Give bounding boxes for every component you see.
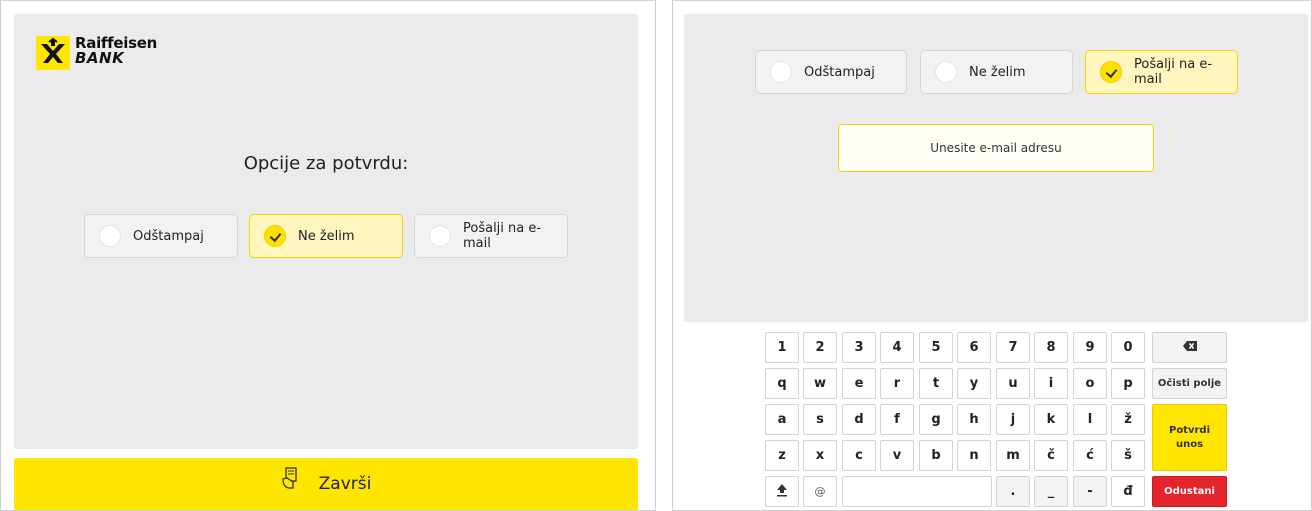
key-g[interactable]: g xyxy=(919,404,953,435)
key-underscore[interactable]: _ xyxy=(1034,476,1068,507)
key-x[interactable]: x xyxy=(803,440,837,471)
finish-button[interactable]: Završi xyxy=(14,458,638,510)
key-dj[interactable]: đ xyxy=(1111,476,1145,507)
option-decline[interactable]: Ne želim xyxy=(249,214,403,258)
key-2[interactable]: 2 xyxy=(803,332,837,363)
key-ch[interactable]: č xyxy=(1034,440,1068,471)
key-f[interactable]: f xyxy=(880,404,914,435)
key-9[interactable]: 9 xyxy=(1073,332,1107,363)
key-i[interactable]: i xyxy=(1034,368,1068,399)
key-q[interactable]: q xyxy=(765,368,799,399)
option-label: Ne želim xyxy=(298,228,355,244)
email-input[interactable] xyxy=(838,124,1154,172)
radio-circle-icon xyxy=(99,225,121,247)
clear-field-button[interactable]: Očisti polje xyxy=(1152,368,1227,399)
radio-circle-icon xyxy=(770,61,792,83)
key-n[interactable]: n xyxy=(957,440,991,471)
key-1[interactable]: 1 xyxy=(765,332,799,363)
key-zh[interactable]: ž xyxy=(1111,404,1145,435)
option-email[interactable]: Pošalji na e-mail xyxy=(414,214,568,258)
key-b[interactable]: b xyxy=(919,440,953,471)
key-j[interactable]: j xyxy=(996,404,1030,435)
backspace-button[interactable] xyxy=(1152,332,1227,363)
key-z[interactable]: z xyxy=(765,440,799,471)
key-cj[interactable]: ć xyxy=(1073,440,1107,471)
finish-label: Završi xyxy=(318,474,372,494)
brand-sub: BANK xyxy=(75,49,125,67)
key-r[interactable]: r xyxy=(880,368,914,399)
key-s[interactable]: s xyxy=(803,404,837,435)
backspace-icon xyxy=(1182,340,1198,355)
key-l[interactable]: l xyxy=(1073,404,1107,435)
key-dot[interactable]: . xyxy=(996,476,1030,507)
option-decline[interactable]: Ne želim xyxy=(920,50,1073,94)
key-6[interactable]: 6 xyxy=(957,332,991,363)
key-e[interactable]: e xyxy=(842,368,876,399)
option-email[interactable]: Pošalji na e-mail xyxy=(1085,50,1238,94)
key-k[interactable]: k xyxy=(1034,404,1068,435)
confirmation-options-heading: Opcije za potvrdu: xyxy=(243,153,409,174)
hand-receipt-icon xyxy=(281,466,299,494)
key-d[interactable]: d xyxy=(842,404,876,435)
option-label: Pošalji na e-mail xyxy=(463,221,542,251)
checkmark-icon xyxy=(1100,61,1122,83)
shift-up-arrow-icon xyxy=(776,483,788,501)
option-print[interactable]: Odštampaj xyxy=(755,50,907,94)
key-7[interactable]: 7 xyxy=(996,332,1030,363)
key-u[interactable]: u xyxy=(996,368,1030,399)
raiffeisen-logo-icon xyxy=(36,36,70,70)
key-h[interactable]: h xyxy=(957,404,991,435)
key-5[interactable]: 5 xyxy=(919,332,953,363)
key-w[interactable]: w xyxy=(803,368,837,399)
key-4[interactable]: 4 xyxy=(880,332,914,363)
key-c[interactable]: c xyxy=(842,440,876,471)
key-at[interactable]: @ xyxy=(803,476,837,507)
option-label: Ne želim xyxy=(969,64,1026,80)
key-y[interactable]: y xyxy=(957,368,991,399)
option-print[interactable]: Odštampaj xyxy=(84,214,238,258)
key-p[interactable]: p xyxy=(1111,368,1145,399)
key-a[interactable]: a xyxy=(765,404,799,435)
shift-key[interactable] xyxy=(765,476,799,507)
key-3[interactable]: 3 xyxy=(842,332,876,363)
key-sh[interactable]: š xyxy=(1111,440,1145,471)
key-0[interactable]: 0 xyxy=(1111,332,1145,363)
radio-circle-icon xyxy=(429,225,451,247)
key-m[interactable]: m xyxy=(996,440,1030,471)
key-v[interactable]: v xyxy=(880,440,914,471)
key-o[interactable]: o xyxy=(1073,368,1107,399)
space-key[interactable] xyxy=(842,476,992,507)
key-dash[interactable]: - xyxy=(1073,476,1107,507)
key-t[interactable]: t xyxy=(919,368,953,399)
checkmark-icon xyxy=(264,225,286,247)
key-8[interactable]: 8 xyxy=(1034,332,1068,363)
option-label: Odštampaj xyxy=(804,64,875,80)
option-label: Odštampaj xyxy=(133,228,204,244)
cancel-button[interactable]: Odustani xyxy=(1152,476,1227,507)
option-label: Pošalji na e-mail xyxy=(1134,57,1213,87)
radio-circle-icon xyxy=(935,61,957,83)
confirm-input-button[interactable]: Potvrdi unos xyxy=(1152,404,1227,471)
bank-logo: Raiffeisen BANK xyxy=(36,36,157,70)
